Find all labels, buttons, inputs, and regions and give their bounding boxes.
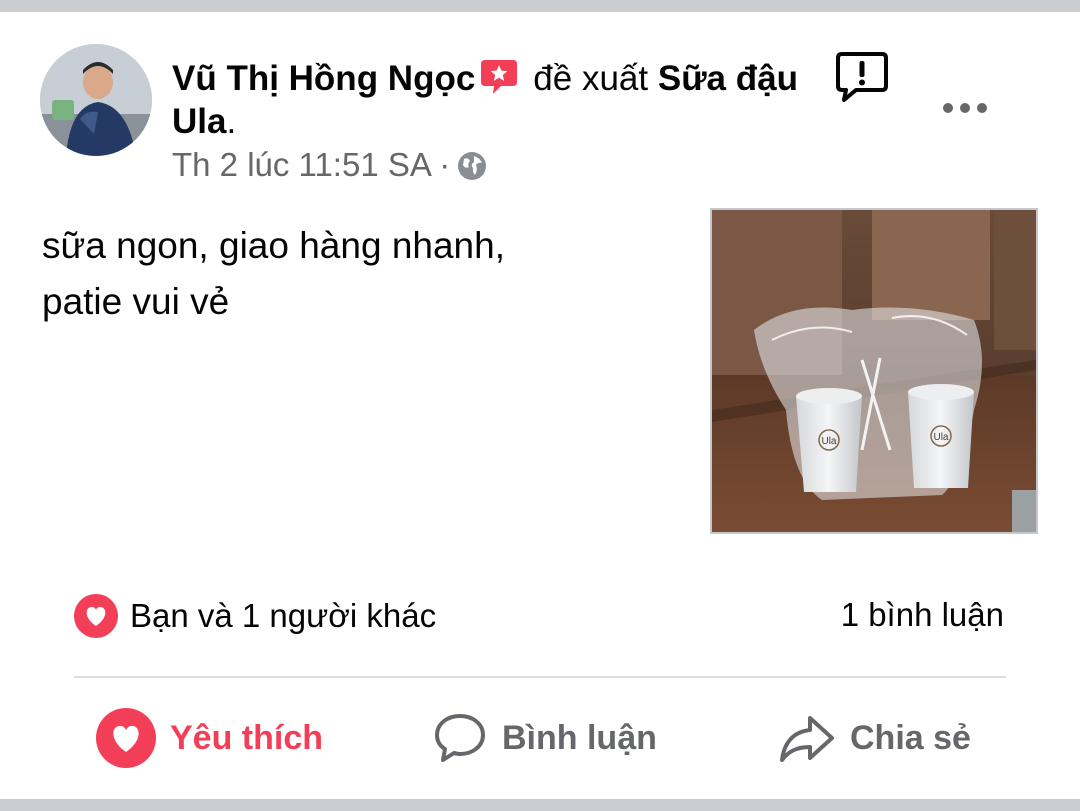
comment-icon [435,714,485,762]
meta-separator: · [439,146,451,183]
reaction-count-text: Bạn và 1 người khác [130,597,437,634]
post-meta: Th 2 lúc 11:51 SA · [172,146,488,184]
photo-image: Ula Ula [712,210,1036,532]
post-header-continued: Ula. [172,102,236,142]
globe-icon[interactable] [456,150,488,182]
heart-icon [96,708,156,768]
post-timestamp[interactable]: Th 2 lúc 11:51 SA [172,146,430,183]
divider [74,676,1006,678]
page-name-period: . [226,102,237,141]
more-icon[interactable] [940,98,990,118]
share-button[interactable]: Chia sẻ [778,706,971,770]
like-button[interactable]: Yêu thích [96,706,323,770]
like-label: Yêu thích [170,718,324,757]
share-label: Chia sẻ [850,718,971,757]
love-reaction-icon [74,594,118,638]
recommend-badge-icon [481,60,518,94]
post-text-line: sữa ngon, giao hàng nhanh, [42,225,505,266]
post-photo[interactable]: Ula Ula [710,208,1038,534]
cup-logo-right: Ula [933,432,948,443]
comment-button[interactable]: Bình luận [432,706,657,770]
cup-logo-left: Ula [821,436,836,447]
comment-label: Bình luận [502,718,657,757]
author-avatar[interactable] [40,44,152,156]
post-text: sữa ngon, giao hàng nhanh, patie vui vẻ [42,218,662,330]
comment-count[interactable]: 1 bình luận [841,596,1004,634]
reaction-summary[interactable]: Bạn và 1 người khác [74,594,436,638]
post-header: Vũ Thị Hồng Ngọc đề xuất Sữa đậu [172,56,798,99]
share-icon [780,716,834,762]
page-name[interactable]: Sữa đậu [658,59,798,98]
page-name-continued[interactable]: Ula [172,102,226,141]
author-name[interactable]: Vũ Thị Hồng Ngọc [172,59,475,98]
avatar-photo [40,44,152,156]
recommend-action-text: đề xuất [533,59,649,98]
post-card: Vũ Thị Hồng Ngọc đề xuất Sữa đậu Ula. Th… [0,12,1080,799]
post-text-line: patie vui vẻ [42,281,230,322]
report-icon[interactable] [834,48,890,104]
